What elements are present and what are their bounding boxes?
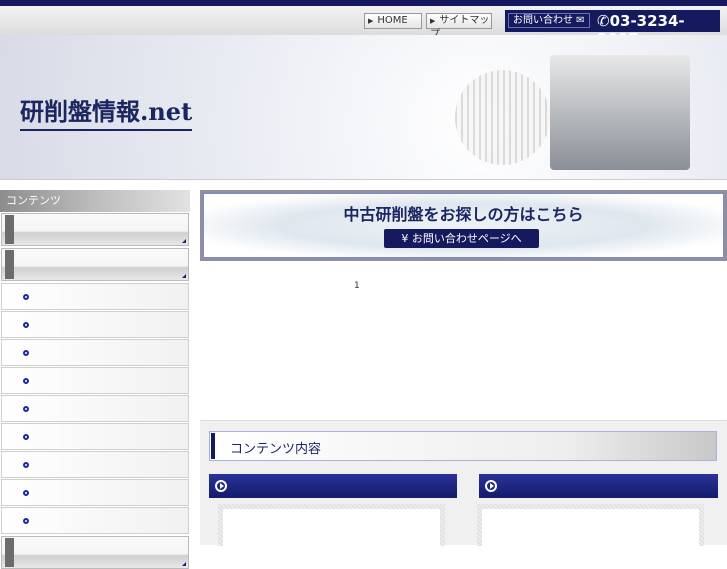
- phone-icon: ✆: [597, 12, 610, 30]
- used-grinder-banner[interactable]: 中古研削盤をお探しの方はこちら ¥ お問い合わせページへ: [200, 190, 727, 261]
- sidebar-item[interactable]: [1, 395, 189, 422]
- bullet-icon: [23, 322, 29, 328]
- bullet-icon: [23, 378, 29, 384]
- contact-box: お問い合わせ ✉ ✆03-3234-2097: [505, 10, 720, 48]
- content-bar-2[interactable]: [479, 474, 718, 498]
- bullet-icon: [23, 434, 29, 440]
- sidebar-item[interactable]: [1, 479, 189, 506]
- sidebar-category[interactable]: [1, 248, 189, 281]
- home-label: HOME: [377, 15, 408, 26]
- play-circle-icon: [215, 480, 227, 492]
- page-number: 1: [354, 281, 360, 291]
- sitemap-button[interactable]: ▶サイトマップ: [426, 13, 492, 40]
- bullet-icon: [23, 462, 29, 468]
- banner-title: 中古研削盤をお探しの方はこちら: [343, 205, 584, 224]
- contact-page-button[interactable]: ¥ お問い合わせページへ: [384, 229, 539, 248]
- play-circle-icon: [485, 480, 497, 492]
- contact-button[interactable]: お問い合わせ ✉: [508, 13, 590, 28]
- sidebar-item[interactable]: [1, 311, 189, 338]
- sidebar-item[interactable]: [1, 339, 189, 366]
- hero-banner: 研削盤情報.net: [0, 35, 727, 180]
- machine-image: [455, 70, 550, 165]
- machine-photo: [223, 509, 440, 546]
- sidebar-item[interactable]: [1, 283, 189, 310]
- machine-photo: [482, 509, 699, 546]
- sidebar-category[interactable]: [1, 213, 189, 246]
- sidebar-item[interactable]: [1, 451, 189, 478]
- content-bar-1[interactable]: [209, 474, 457, 498]
- home-button[interactable]: ▶ HOME: [364, 13, 422, 29]
- play-arrow-icon: ▶: [368, 17, 374, 25]
- content-image-2[interactable]: [477, 504, 704, 546]
- sidebar-title: コンテンツ: [0, 190, 190, 212]
- section-title: コンテンツ内容: [230, 442, 322, 457]
- bullet-icon: [23, 350, 29, 356]
- banner-inner: 中古研削盤をお探しの方はこちら ¥ お問い合わせページへ: [203, 193, 724, 258]
- sidebar-item[interactable]: [1, 367, 189, 394]
- bullet-icon: [23, 490, 29, 496]
- bullet-icon: [23, 294, 29, 300]
- contents-section: コンテンツ内容: [200, 420, 727, 546]
- header-nav: ▶HOME ▶サイトマップ お問い合わせ ✉ ✆03-3234-2097: [0, 6, 727, 48]
- content-image-1[interactable]: [218, 504, 445, 546]
- play-arrow-icon: ▶: [430, 17, 436, 25]
- sidebar-item[interactable]: [1, 507, 189, 534]
- section-header: コンテンツ内容: [209, 431, 717, 461]
- sidebar-category[interactable]: [1, 536, 189, 569]
- bullet-icon: [23, 518, 29, 524]
- bullet-icon: [23, 406, 29, 412]
- grinding-machine-image: [550, 55, 690, 170]
- sidebar-item[interactable]: [1, 423, 189, 450]
- site-logo[interactable]: 研削盤情報.net: [20, 92, 193, 131]
